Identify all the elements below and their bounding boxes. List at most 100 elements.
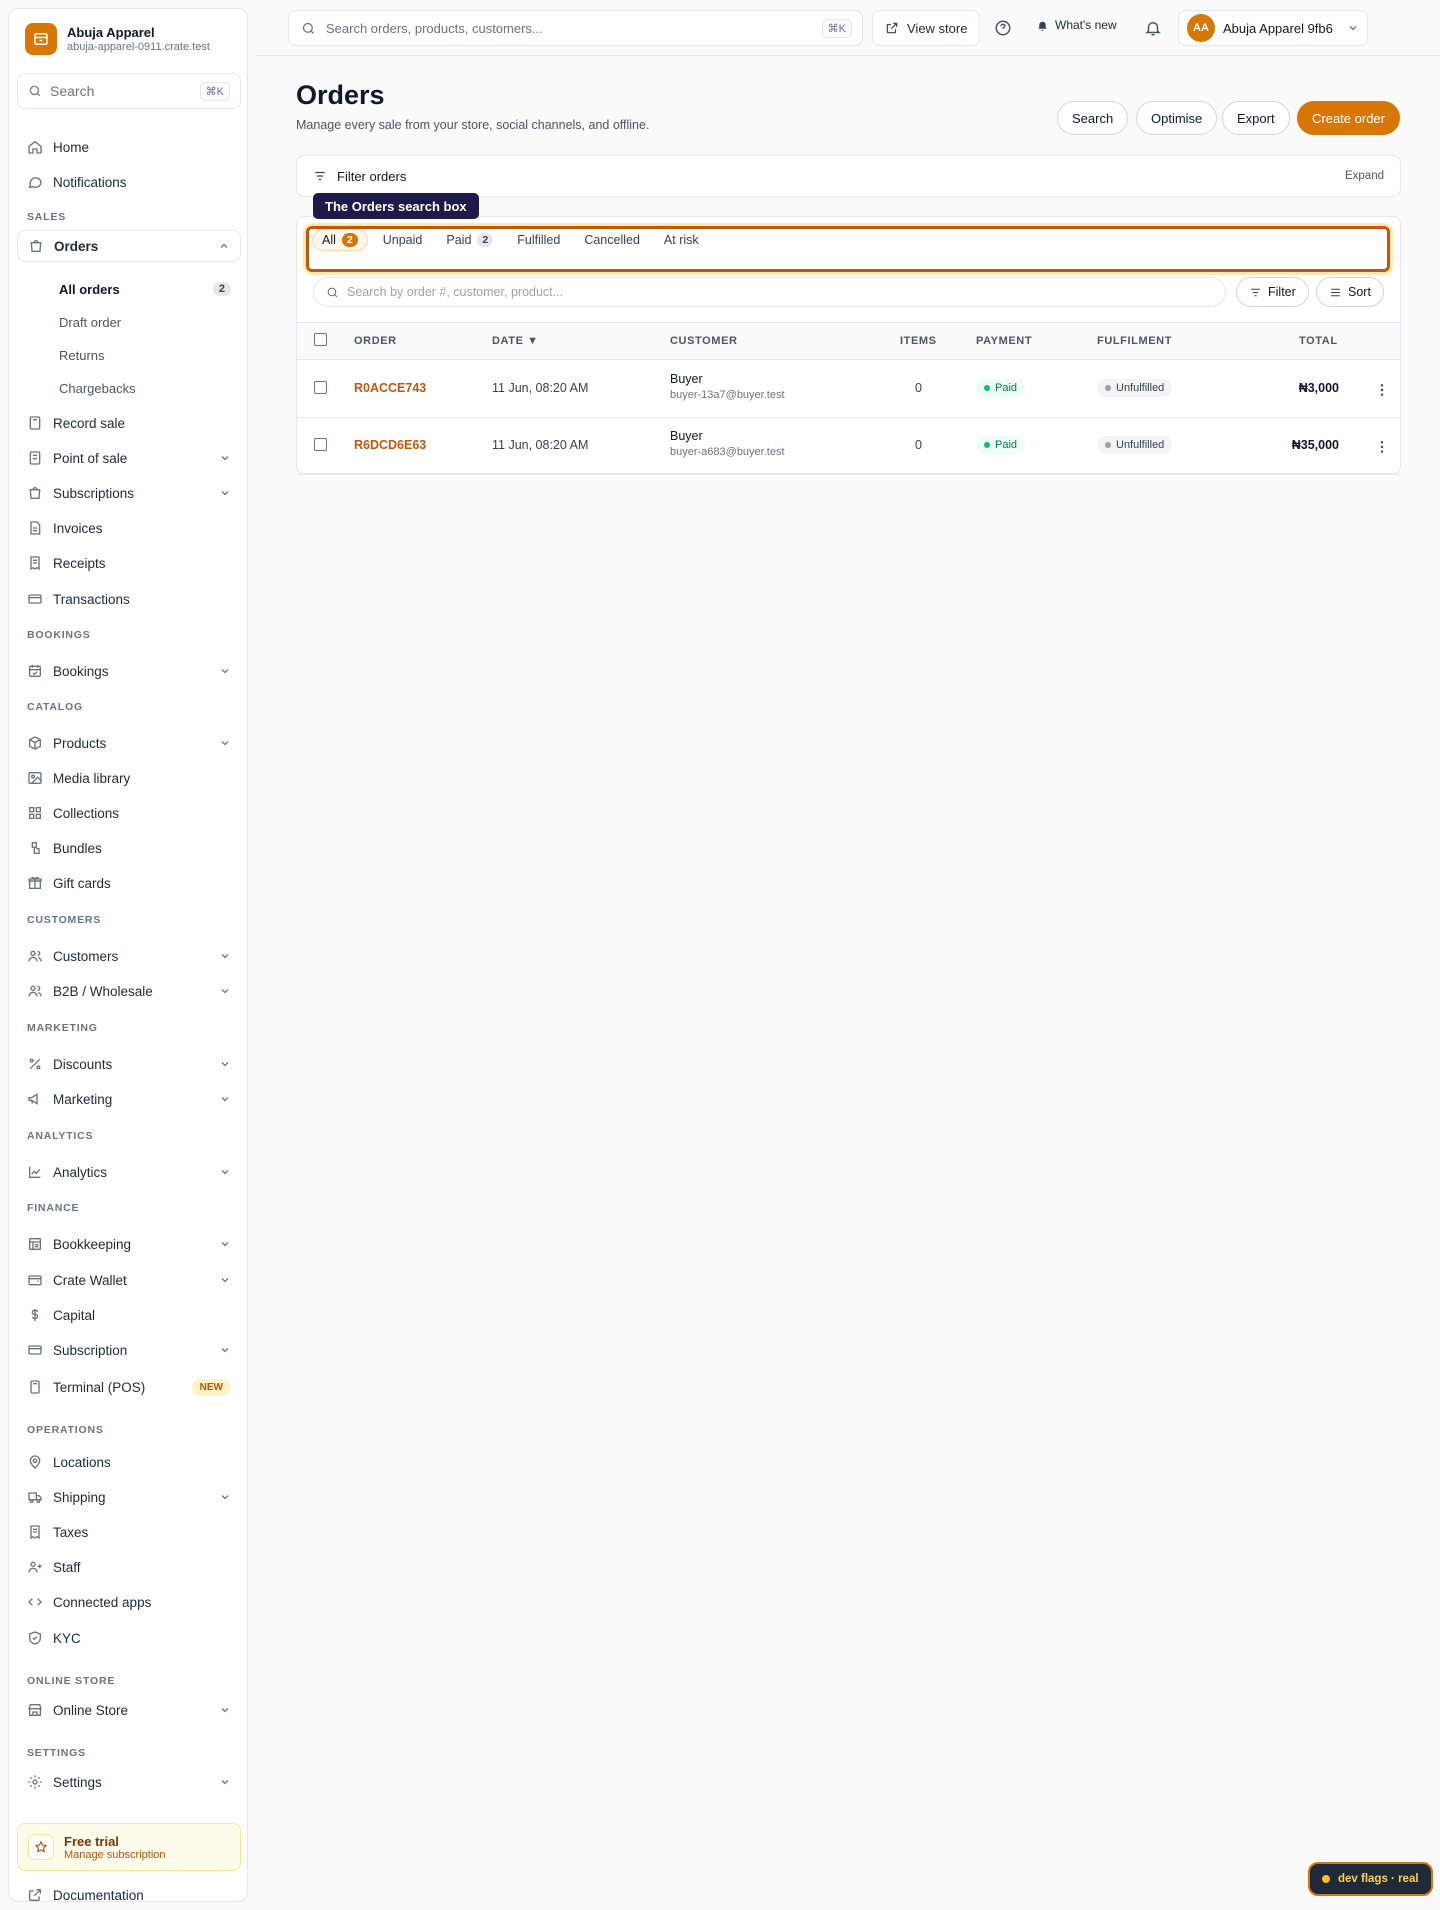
chevron-down-icon[interactable] xyxy=(219,1344,231,1356)
sidebar-item-subscriptions[interactable]: Subscriptions xyxy=(17,477,241,509)
chevron-down-icon[interactable] xyxy=(219,452,231,464)
sidebar-item-bookings[interactable]: Bookings xyxy=(17,655,241,687)
sidebar-item-documentation[interactable]: Documentation xyxy=(17,1879,241,1910)
sidebar-item-media-library[interactable]: Media library xyxy=(17,762,241,794)
chevron-down-icon[interactable] xyxy=(219,665,231,677)
chevron-down-icon[interactable] xyxy=(219,1058,231,1070)
sidebar-item-collections[interactable]: Collections xyxy=(17,797,241,829)
sidebar-subitem-draft-order[interactable]: Draft order xyxy=(17,308,241,336)
global-search-input[interactable]: Search orders, products, customers... ⌘K xyxy=(288,10,863,46)
table-row[interactable]: R0ACCE743 11 Jun, 08:20 AM Buyer buyer-1… xyxy=(297,361,1400,418)
column-header-total[interactable]: TOTAL xyxy=(1299,335,1338,347)
sidebar-item-shipping[interactable]: Shipping xyxy=(17,1481,241,1513)
sidebar-item-invoices[interactable]: Invoices xyxy=(17,512,241,544)
chevron-down-icon[interactable] xyxy=(219,1238,231,1250)
sidebar-item-gift-cards[interactable]: Gift cards xyxy=(17,867,241,899)
whats-new-label: What's new xyxy=(1055,18,1117,32)
notification-bell-icon[interactable] xyxy=(1141,16,1165,40)
sidebar-subitem-all-orders[interactable]: All orders 2 xyxy=(17,275,241,303)
table-row[interactable]: R6DCD6E63 11 Jun, 08:20 AM Buyer buyer-a… xyxy=(297,418,1400,475)
order-search-input[interactable]: Search by order #, customer, product... xyxy=(313,277,1226,307)
whats-new-button[interactable]: What's new xyxy=(1036,18,1117,32)
sidebar-item-capital[interactable]: Capital xyxy=(17,1299,241,1331)
row-checkbox[interactable] xyxy=(314,438,327,451)
tab-all[interactable]: All 2 xyxy=(312,229,368,251)
tab-fulfilled[interactable]: Fulfilled xyxy=(508,229,569,251)
manage-subscription-link[interactable]: Manage subscription xyxy=(64,1849,166,1861)
sidebar-item-b2b-wholesale[interactable]: B2B / Wholesale xyxy=(17,975,241,1007)
sidebar-item-point-of-sale[interactable]: Point of sale xyxy=(17,442,241,474)
chevron-down-icon[interactable] xyxy=(219,1704,231,1716)
shortcut-hint: ⌘K xyxy=(821,18,852,38)
chevron-down-icon[interactable] xyxy=(219,1166,231,1178)
column-header-customer[interactable]: CUSTOMER xyxy=(670,335,738,347)
order-number-link[interactable]: R0ACCE743 xyxy=(354,381,426,395)
sidebar-item-staff[interactable]: Staff xyxy=(17,1551,241,1583)
sidebar-subitem-returns[interactable]: Returns xyxy=(17,341,241,369)
sidebar-item-connected-apps[interactable]: Connected apps xyxy=(17,1586,241,1618)
export-button[interactable]: Export xyxy=(1222,101,1290,135)
sidebar-item-terminal-pos[interactable]: Terminal (POS) NEW xyxy=(17,1371,241,1403)
filter-button[interactable]: Filter xyxy=(1236,277,1309,307)
more-options-icon[interactable] xyxy=(1374,382,1390,398)
more-options-icon[interactable] xyxy=(1374,439,1390,455)
filter-orders-panel[interactable]: Filter orders Expand xyxy=(296,155,1401,197)
sidebar-item-analytics[interactable]: Analytics xyxy=(17,1156,241,1188)
sidebar-item-customers[interactable]: Customers xyxy=(17,940,241,972)
sidebar-item-receipts[interactable]: Receipts xyxy=(17,547,241,579)
column-header-fulfilment[interactable]: FULFILMENT xyxy=(1097,335,1172,347)
tab-unpaid[interactable]: Unpaid xyxy=(374,229,432,251)
chevron-down-icon[interactable] xyxy=(219,737,231,749)
chevron-down-icon[interactable] xyxy=(219,487,231,499)
account-name: Abuja Apparel 9fb6 xyxy=(1223,20,1333,36)
help-icon[interactable] xyxy=(991,16,1015,40)
sidebar-item-home[interactable]: Home xyxy=(17,131,241,163)
sidebar-item-record-sale[interactable]: Record sale xyxy=(17,407,241,439)
sort-button[interactable]: Sort xyxy=(1316,277,1384,307)
sidebar-subitem-chargebacks[interactable]: Chargebacks xyxy=(17,374,241,402)
dev-flags-badge[interactable]: dev flags · real xyxy=(1308,1862,1433,1896)
column-header-date[interactable]: DATE ▼ xyxy=(492,335,539,347)
create-order-button[interactable]: Create order xyxy=(1297,101,1400,135)
chevron-down-icon[interactable] xyxy=(219,950,231,962)
chevron-down-icon[interactable] xyxy=(219,1274,231,1286)
column-header-items[interactable]: ITEMS xyxy=(900,335,937,347)
sidebar-item-bookkeeping[interactable]: Bookkeeping xyxy=(17,1228,241,1260)
sidebar-item-locations[interactable]: Locations xyxy=(17,1446,241,1478)
chevron-down-icon[interactable] xyxy=(219,1491,231,1503)
account-switcher[interactable]: AA Abuja Apparel 9fb6 xyxy=(1178,10,1368,46)
sidebar-item-settings[interactable]: Settings xyxy=(17,1766,241,1798)
sidebar-item-crate-wallet[interactable]: Crate Wallet xyxy=(17,1264,241,1296)
tab-cancelled[interactable]: Cancelled xyxy=(575,229,649,251)
tab-paid[interactable]: Paid 2 xyxy=(437,229,502,251)
search-button[interactable]: Search xyxy=(1057,101,1129,135)
tab-at-risk[interactable]: At risk xyxy=(655,229,708,251)
chevron-down-icon[interactable] xyxy=(219,985,231,997)
select-all-checkbox[interactable] xyxy=(314,333,327,346)
expand-button[interactable]: Expand xyxy=(1345,170,1384,182)
sidebar-item-discounts[interactable]: Discounts xyxy=(17,1048,241,1080)
brand[interactable]: Abuja Apparel abuja-apparel-0911.crate.t… xyxy=(25,23,210,55)
optimise-button[interactable]: Optimise xyxy=(1136,101,1218,135)
free-trial-card[interactable]: Free trial Manage subscription xyxy=(17,1823,241,1871)
row-checkbox[interactable] xyxy=(314,381,327,394)
sidebar-item-taxes[interactable]: Taxes xyxy=(17,1516,241,1548)
sidebar-item-marketing[interactable]: Marketing xyxy=(17,1083,241,1115)
sidebar-item-online-store[interactable]: Online Store xyxy=(17,1694,241,1726)
sidebar-item-products[interactable]: Products xyxy=(17,727,241,759)
column-header-payment[interactable]: PAYMENT xyxy=(976,335,1032,347)
column-header-order[interactable]: ORDER xyxy=(354,335,397,347)
chevron-down-icon[interactable] xyxy=(219,1776,231,1788)
search-icon xyxy=(327,287,338,297)
sidebar-item-notifications[interactable]: Notifications xyxy=(17,166,241,198)
sidebar-search[interactable]: Search ⌘K xyxy=(17,73,241,109)
chevron-down-icon[interactable] xyxy=(219,1093,231,1105)
chevron-up-icon[interactable] xyxy=(218,240,230,252)
sidebar-item-subscription[interactable]: Subscription xyxy=(17,1334,241,1366)
view-store-button[interactable]: View store xyxy=(872,10,981,46)
sidebar-item-transactions[interactable]: Transactions xyxy=(17,583,241,615)
order-number-link[interactable]: R6DCD6E63 xyxy=(354,438,426,452)
sidebar-item-kyc[interactable]: KYC xyxy=(17,1622,241,1654)
sidebar-item-bundles[interactable]: Bundles xyxy=(17,832,241,864)
sidebar-item-orders[interactable]: Orders xyxy=(17,230,241,262)
